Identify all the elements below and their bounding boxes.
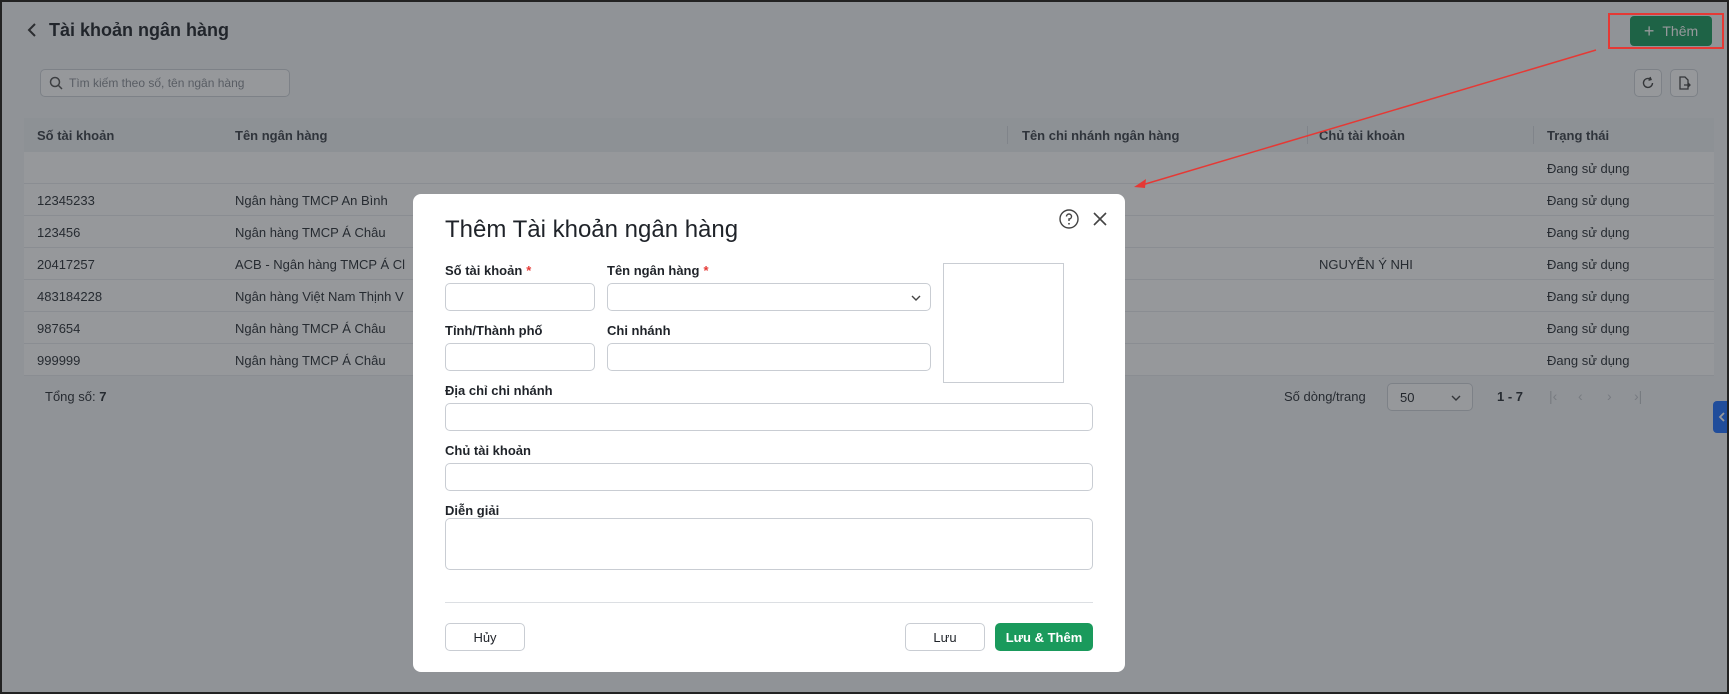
app-window: Tài khoản ngân hàng + Thêm Tìm kiếm theo… (0, 0, 1729, 694)
annotation-arrow (1134, 49, 1597, 188)
